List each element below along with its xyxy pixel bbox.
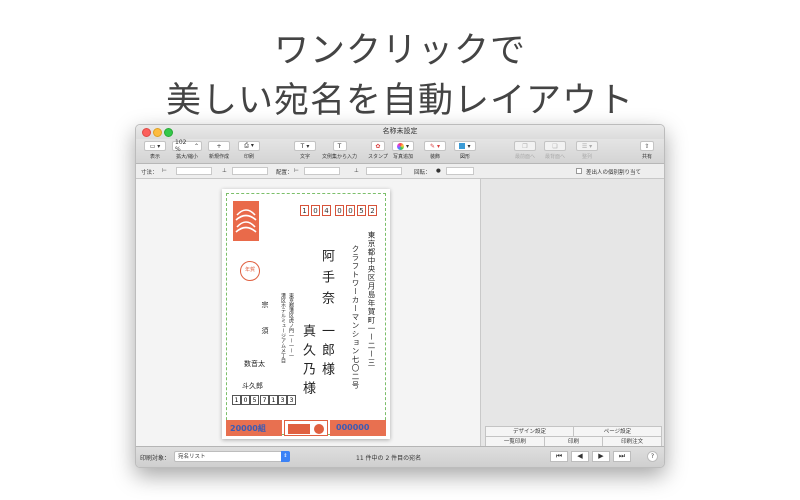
print-tool[interactable]: ⎙ ▾ 印刷 [238,141,260,160]
bring-front-icon: ❐ [514,141,536,151]
y-icon: ⊥ [354,168,359,174]
stamp-image [233,201,259,241]
sender-name-a: 宗 [261,301,269,308]
sender-name-d: 斗久郎 [242,382,263,390]
sender-name-b: 須 [261,327,269,334]
next-record-button[interactable]: ▶ [592,451,610,462]
record-status: 11 件中の 2 件目の宛名 [356,455,422,462]
headline-line1: ワンクリックで [273,31,526,71]
rotation-label: 回転： [414,170,431,176]
sender-zip-digit: 3 [287,395,296,405]
last-record-button[interactable]: ⏭ [613,451,631,462]
headline-line2: 美しい宛名を自動レイアウト [165,81,634,121]
sender-zip-digit: 5 [250,395,259,405]
format-bar: 寸法： ⊢ ⊥ 配置： ⊢ ⊥ 回転： ● 差出人の個別割り当て [136,164,664,179]
shape-icon: ▾ [454,141,476,151]
recipient-given-name: 一郎様 [319,324,334,381]
select-arrow-icon: ⇕ [281,451,290,462]
width-icon: ⊢ [162,168,167,174]
zip-digit: 5 [357,205,366,216]
view-tool[interactable]: ▭ ▾ 表示 [144,141,166,160]
share-tool[interactable]: ⇧ 共有 [640,141,654,160]
sender-name-c: 数音太 [244,360,265,368]
recipient-family-name: 阿手奈 [319,249,334,312]
zip-digit: 0 [311,205,320,216]
photo-tool[interactable]: ▾ 写真追加 [392,141,414,160]
rotation-field[interactable] [446,167,474,175]
sender-zip-digit: 1 [232,395,241,405]
share-icon: ⇧ [640,141,654,151]
printer-icon: ⎙ ▾ [238,141,260,151]
title-bar: 名称未設定 [136,125,664,139]
send-back-icon: ❏ [544,141,566,151]
zip-digit: 1 [300,205,309,216]
stamp-tool[interactable]: ✿ スタンプ [368,141,388,160]
recipient-address: 東京都中央区月島年賀町一ー二ー三 [367,231,376,367]
zip-digit: 0 [335,205,344,216]
help-button[interactable]: ? [647,451,658,462]
position-label: 配置： [276,170,293,176]
decoration-tool[interactable]: ✎ ▾ 装飾 [424,141,446,160]
side-panel: デザイン設定 ページ設定 一覧印刷 印刷 印刷注文 [480,179,664,447]
recipient-building: クラフトワーカーマンション七〇二号 [351,245,360,390]
bring-front-tool[interactable]: ❐ 最前面へ [514,141,536,160]
align-tool[interactable]: ☰ ▾ 整列 [576,141,598,160]
print-target-select[interactable]: 宛名リスト ⇕ [174,451,290,462]
send-back-tool[interactable]: ❏ 最背面へ [544,141,566,160]
sender-address: 東京都港区虎ノ門一ー一ー一 [288,293,294,358]
brush-icon: ✎ ▾ [424,141,446,151]
individual-sender-label: 差出人の個別割り当て [586,170,642,176]
new-create-tool[interactable]: + 新規作成 [208,141,230,160]
height-field[interactable] [232,167,268,175]
zip-digit: 2 [368,205,377,216]
sender-zip-digit: 7 [260,395,269,405]
zoom-tool[interactable]: 102 % ⌃ 拡大/縮小 [172,139,202,160]
y-field[interactable] [366,167,402,175]
zip-digit: 0 [346,205,355,216]
rotation-dial-icon[interactable]: ● [436,168,441,174]
plus-icon: + [208,141,230,151]
sender-zip-digit: 1 [269,395,278,405]
bottom-bar: 印刷対象： 宛名リスト ⇕ 11 件中の 2 件目の宛名 ⏮ ◀ ▶ ⏭ ? [136,446,664,467]
canvas-area[interactable]: 1 0 4 0 0 5 2 東京都中央区月島年賀町一ー二ー三 クラフトワーカーマ… [136,179,480,447]
postcard[interactable]: 1 0 4 0 0 5 2 東京都中央区月島年賀町一ー二ー三 クラフトワーカーマ… [222,189,390,439]
recipient-sub-given-name: 真久乃様 [300,324,315,400]
sender-zip-digit: 3 [278,395,287,405]
text-tool[interactable]: T ▾ 文字 [294,141,316,160]
text-icon: T ▾ [294,141,316,151]
x-icon: ⊢ [294,168,299,174]
seal-mark: 年賀 [240,261,260,281]
window-title: 名称未設定 [382,127,418,135]
photo-icon: ▾ [392,141,414,151]
text-example-icon: T [332,141,347,151]
print-target-label: 印刷対象： [140,455,171,462]
view-icon: ▭ ▾ [144,141,166,151]
stamp-icon: ✿ [370,141,385,151]
shape-tool[interactable]: ▾ 図形 [454,141,476,160]
lottery-left-text: 20000組 [230,424,266,433]
zip-digit: 4 [322,205,331,216]
size-label: 寸法： [141,170,158,176]
align-icon: ☰ ▾ [576,141,598,151]
width-field[interactable] [176,167,212,175]
height-icon: ⊥ [222,168,227,174]
x-field[interactable] [304,167,340,175]
sender-zip-digit: 0 [241,395,250,405]
first-record-button[interactable]: ⏮ [550,451,568,462]
app-window: 名称未設定 ▭ ▾ 表示 102 % ⌃ 拡大/縮小 + 新規作成 ⎙ ▾ 印刷 … [135,124,665,468]
text-from-example-tool[interactable]: T 文例集から入力 [322,141,357,160]
individual-sender-checkbox[interactable] [576,168,582,174]
toolbar: ▭ ▾ 表示 102 % ⌃ 拡大/縮小 + 新規作成 ⎙ ▾ 印刷 T ▾ 文字… [136,139,664,164]
lottery-logo [284,420,328,436]
prev-record-button[interactable]: ◀ [571,451,589,462]
side-panel-buttons: デザイン設定 ページ設定 一覧印刷 印刷 印刷注文 [485,426,663,447]
sender-building: 港区ホテルミュージアムメ丁目 [280,293,286,363]
zoom-field[interactable]: 102 % ⌃ [172,139,202,153]
lottery-right-text: 000000 [336,423,370,432]
